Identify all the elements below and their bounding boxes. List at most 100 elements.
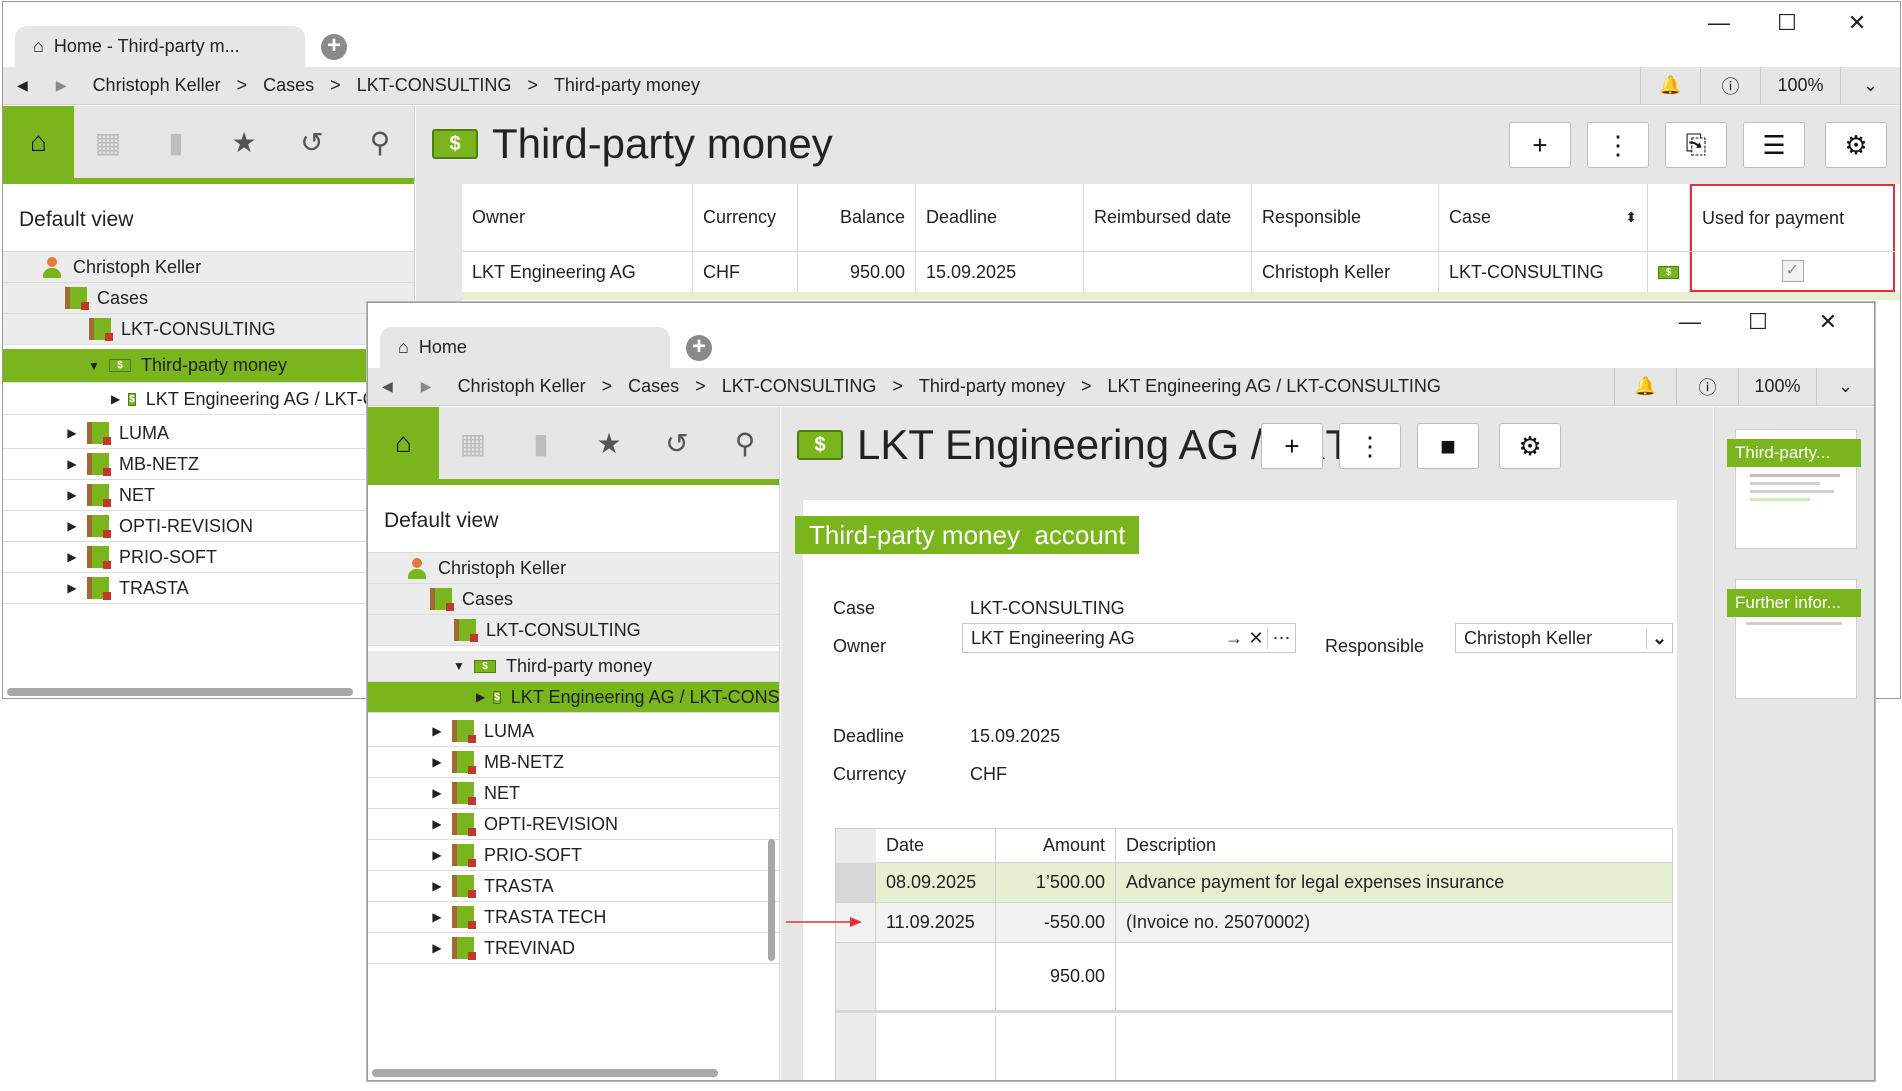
tree-item[interactable]: ▶ NET <box>3 480 414 511</box>
breadcrumb-item[interactable]: LKT-CONSULTING <box>357 75 512 96</box>
breadcrumb-item[interactable]: LKT Engineering AG / LKT-CONSULTING <box>1107 376 1440 397</box>
tree-item[interactable]: ▶ TRASTA <box>3 573 414 604</box>
tree-item[interactable]: ▶ TRASTA <box>368 871 779 902</box>
export-button[interactable]: ⎘ <box>1665 122 1727 168</box>
new-tab-button[interactable]: + <box>686 335 712 361</box>
breadcrumb-item[interactable]: Christoph Keller <box>458 376 586 397</box>
tree-item[interactable]: Christoph Keller <box>368 553 779 584</box>
tree-item[interactable]: ▶ OPTI-REVISION <box>3 511 414 542</box>
caret-right-icon[interactable]: ▶ <box>65 457 79 471</box>
table-row[interactable]: 11.09.2025 -550.00 (Invoice no. 25070002… <box>836 903 1672 943</box>
default-view-label[interactable]: Default view <box>3 190 414 252</box>
browser-tab[interactable]: ⌂ Home - Third-party m... <box>15 26 305 67</box>
add-button[interactable]: + <box>1509 122 1571 168</box>
tree-item-selected[interactable]: ▼ $ Third-party money <box>3 349 414 383</box>
tree-item[interactable]: ▶ PRIO-SOFT <box>3 542 414 573</box>
minimize-button[interactable]: — <box>1699 10 1739 36</box>
chevron-down-icon[interactable]: ⌄ <box>1816 368 1874 405</box>
info-icon[interactable]: ⓘ <box>1700 67 1760 104</box>
column-header[interactable]: Currency <box>693 184 798 251</box>
close-button[interactable]: ✕ <box>1808 309 1848 335</box>
more-options-button[interactable]: ⋮ <box>1339 423 1401 469</box>
search-icon[interactable]: ⚲ <box>346 106 414 178</box>
column-header[interactable]: Amount <box>996 829 1116 862</box>
star-icon[interactable]: ★ <box>575 407 643 479</box>
responsible-select[interactable]: Christoph Keller ⌄ <box>1455 623 1673 653</box>
tree-item[interactable]: ▶ NET <box>368 778 779 809</box>
columns-button[interactable]: ☰ <box>1743 122 1805 168</box>
chart-icon[interactable]: ▮ <box>142 106 210 178</box>
back-arrow-icon[interactable]: ◀ <box>17 77 28 94</box>
tree-item[interactable]: LKT-CONSULTING <box>3 314 414 345</box>
breadcrumb-item[interactable]: Cases <box>263 75 314 96</box>
column-header[interactable]: Responsible <box>1252 184 1439 251</box>
caret-right-icon[interactable]: ▶ <box>430 848 444 862</box>
bell-icon[interactable]: 🔔 <box>1640 67 1700 104</box>
caret-right-icon[interactable]: ▶ <box>430 786 444 800</box>
tree-item[interactable]: ▶ LUMA <box>3 418 414 449</box>
caret-right-icon[interactable]: ▶ <box>65 550 79 564</box>
chevron-down-icon[interactable]: ⌄ <box>1840 67 1900 104</box>
history-icon[interactable]: ↺ <box>643 407 711 479</box>
tree-item[interactable]: ▶ TRASTA TECH <box>368 902 779 933</box>
thumbnail-label[interactable]: Third-party... <box>1727 439 1861 467</box>
back-arrow-icon[interactable]: ◀ <box>382 378 393 395</box>
forward-arrow-icon[interactable]: ▶ <box>56 77 67 94</box>
navigate-arrow-icon[interactable]: → <box>1223 628 1245 649</box>
tree-item[interactable]: Cases <box>368 584 779 615</box>
home-icon[interactable]: ⌂ <box>3 106 74 178</box>
tree-item[interactable]: ▼ $ Third-party money <box>368 651 779 682</box>
chevron-down-icon[interactable]: ⌄ <box>1646 627 1672 649</box>
owner-field[interactable]: LKT Engineering AG → ✕ ⋯ <box>962 623 1296 653</box>
column-header[interactable]: Description <box>1116 829 1672 862</box>
used-for-payment-checkbox[interactable]: ✓ <box>1690 252 1895 292</box>
column-header[interactable]: Reimbursed date <box>1084 184 1252 251</box>
caret-right-icon[interactable]: ▶ <box>65 426 79 440</box>
minimize-button[interactable]: — <box>1670 309 1710 335</box>
settings-button[interactable]: ⚙ <box>1499 423 1561 469</box>
browser-tab[interactable]: ⌂ Home <box>380 327 670 368</box>
more-button[interactable]: ⋯ <box>1267 627 1295 649</box>
table-row[interactable]: LKT Engineering AG CHF 950.00 15.09.2025… <box>462 252 1895 292</box>
column-header[interactable]: Owner <box>462 184 693 251</box>
tree-item[interactable]: ▶ MB-NETZ <box>3 449 414 480</box>
column-header[interactable]: Deadline <box>916 184 1084 251</box>
table-row[interactable]: 08.09.2025 1’500.00 Advance payment for … <box>836 863 1672 903</box>
column-header[interactable]: Case ⬍ <box>1439 184 1648 251</box>
bell-icon[interactable]: 🔔 <box>1614 368 1676 405</box>
more-options-button[interactable]: ⋮ <box>1587 122 1649 168</box>
history-icon[interactable]: ↺ <box>278 106 346 178</box>
column-header[interactable]: Date <box>876 829 996 862</box>
forward-arrow-icon[interactable]: ▶ <box>421 378 432 395</box>
sort-icon[interactable]: ⬍ <box>1625 209 1637 226</box>
star-icon[interactable]: ★ <box>210 106 278 178</box>
checkmark-icon[interactable]: ✓ <box>1781 260 1804 282</box>
zoom-level[interactable]: 100% <box>1760 67 1840 104</box>
column-header[interactable]: Balance <box>798 184 916 251</box>
close-button[interactable]: ✕ <box>1837 10 1877 36</box>
tree-item[interactable]: Christoph Keller <box>3 252 414 283</box>
caret-down-icon[interactable]: ▼ <box>452 659 466 673</box>
chart-icon[interactable]: ▮ <box>507 407 575 479</box>
new-tab-button[interactable]: + <box>321 34 347 60</box>
maximize-button[interactable]: ☐ <box>1767 10 1807 36</box>
info-icon[interactable]: ⓘ <box>1676 368 1738 405</box>
tree-item[interactable]: ▶ LUMA <box>368 716 779 747</box>
maximize-button[interactable]: ☐ <box>1738 309 1778 335</box>
zoom-level[interactable]: 100% <box>1738 368 1816 405</box>
caret-right-icon[interactable]: ▶ <box>111 392 120 406</box>
caret-right-icon[interactable]: ▶ <box>430 879 444 893</box>
search-icon[interactable]: ⚲ <box>711 407 779 479</box>
vertical-scrollbar[interactable] <box>768 839 775 961</box>
caret-down-icon[interactable]: ▼ <box>87 359 101 373</box>
horizontal-scrollbar[interactable] <box>372 1069 718 1077</box>
tree-item[interactable]: LKT-CONSULTING <box>368 615 779 646</box>
calendar-icon[interactable]: ▦ <box>74 106 142 178</box>
folder-button[interactable]: ■ <box>1417 423 1479 469</box>
caret-right-icon[interactable]: ▶ <box>476 690 485 704</box>
tree-item[interactable]: ▶ PRIO-SOFT <box>368 840 779 871</box>
default-view-label[interactable]: Default view <box>368 491 779 553</box>
caret-right-icon[interactable]: ▶ <box>65 519 79 533</box>
caret-right-icon[interactable]: ▶ <box>430 755 444 769</box>
settings-button[interactable]: ⚙ <box>1825 122 1887 168</box>
